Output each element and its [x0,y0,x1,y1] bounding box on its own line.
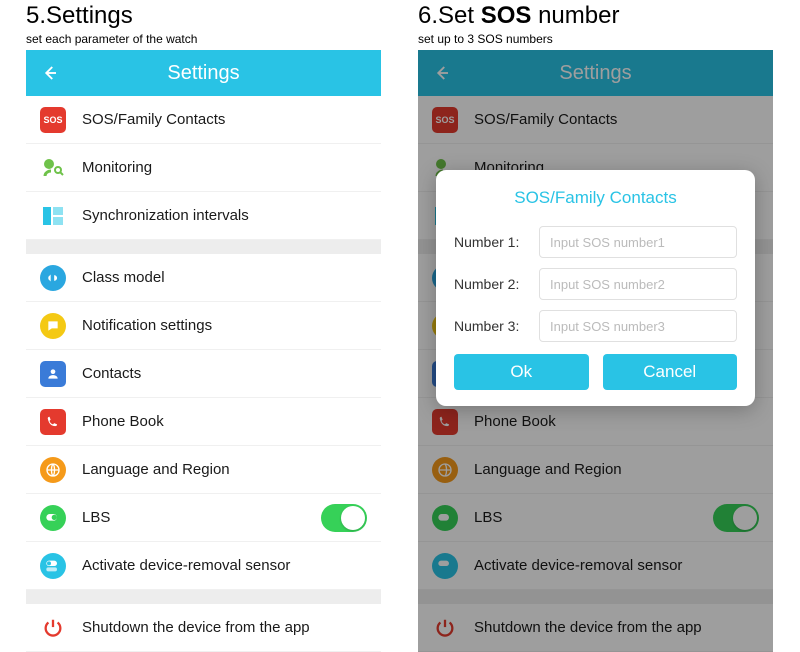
header-title: Settings [167,62,239,85]
row-removal-sensor: Activate device-removal sensor [418,542,773,590]
ok-button[interactable]: Ok [454,354,589,390]
section-divider [418,590,773,604]
row-phone-book[interactable]: Phone Book [26,398,381,446]
field-label: Number 3: [454,318,539,334]
sos-field-2: Number 2: [454,268,737,300]
monitoring-icon [40,155,66,181]
section-divider [26,240,381,254]
lbs-icon [40,505,66,531]
phone-book-icon [40,409,66,435]
row-label: Language and Region [82,461,230,478]
arrow-left-icon [41,64,59,82]
class-model-icon [40,265,66,291]
back-button[interactable] [432,63,452,83]
notification-icon [40,313,66,339]
row-label: Monitoring [82,159,152,176]
panel-subheading-left: set each parameter of the watch [26,32,197,46]
row-label: Class model [82,269,165,286]
field-label: Number 2: [454,276,539,292]
row-lbs[interactable]: LBS [26,494,381,542]
heading-bold: SOS [481,2,532,29]
row-language-region[interactable]: Language and Region [26,446,381,494]
app-header: Settings [418,50,773,96]
sos-icon: SOS [40,107,66,133]
row-label: Language and Region [474,461,622,478]
language-icon [40,457,66,483]
app-header: Settings [26,50,381,96]
sos-input-3[interactable] [539,310,737,342]
sos-input-2[interactable] [539,268,737,300]
removal-sensor-icon [432,553,458,579]
lbs-toggle[interactable] [321,504,367,532]
sos-field-3: Number 3: [454,310,737,342]
row-monitoring[interactable]: Monitoring [26,144,381,192]
row-language-region: Language and Region [418,446,773,494]
shutdown-icon [40,615,66,641]
sos-field-1: Number 1: [454,226,737,258]
lbs-icon [432,505,458,531]
row-sos-family[interactable]: SOS SOS/Family Contacts [26,96,381,144]
panel-subheading-right: set up to 3 SOS numbers [418,32,553,46]
back-button[interactable] [40,63,60,83]
row-label: Activate device-removal sensor [82,557,290,574]
removal-sensor-icon [40,553,66,579]
row-label: LBS [82,509,110,526]
row-sos-family: SOS SOS/Family Contacts [418,96,773,144]
row-label: LBS [474,509,502,526]
row-shutdown: Shutdown the device from the app [418,604,773,652]
row-label: SOS/Family Contacts [474,111,617,128]
row-contacts[interactable]: Contacts [26,350,381,398]
language-icon [432,457,458,483]
row-shutdown[interactable]: Shutdown the device from the app [26,604,381,652]
row-notification-settings[interactable]: Notification settings [26,302,381,350]
field-label: Number 1: [454,234,539,250]
phone-settings-screen: Settings SOS SOS/Family Contacts Monitor… [26,50,381,652]
arrow-left-icon [433,64,451,82]
row-removal-sensor[interactable]: Activate device-removal sensor [26,542,381,590]
row-label: Phone Book [82,413,164,430]
row-class-model[interactable]: Class model [26,254,381,302]
row-label: Synchronization intervals [82,207,249,224]
row-lbs: LBS [418,494,773,542]
phone-book-icon [432,409,458,435]
row-label: SOS/Family Contacts [82,111,225,128]
sos-input-1[interactable] [539,226,737,258]
row-label: Shutdown the device from the app [82,619,310,636]
row-label: Contacts [82,365,141,382]
header-title: Settings [559,62,631,85]
row-label: Notification settings [82,317,212,334]
row-sync-intervals[interactable]: Synchronization intervals [26,192,381,240]
contacts-icon [40,361,66,387]
heading-prefix: 6.Set [418,2,481,29]
lbs-toggle [713,504,759,532]
heading-suffix: number [531,2,619,29]
modal-title: SOS/Family Contacts [454,188,737,208]
row-label: Shutdown the device from the app [474,619,702,636]
shutdown-icon [432,615,458,641]
panel-heading-right: 6.Set SOS number [418,2,619,30]
row-label: Activate device-removal sensor [474,557,682,574]
section-divider [26,590,381,604]
sos-modal: SOS/Family Contacts Number 1: Number 2: … [436,170,755,406]
panel-heading-left: 5.Settings [26,2,133,30]
sync-intervals-icon [40,203,66,229]
row-label: Phone Book [474,413,556,430]
phone-sos-modal-screen: Settings SOS SOS/Family Contacts Monitor… [418,50,773,652]
cancel-button[interactable]: Cancel [603,354,738,390]
sos-icon: SOS [432,107,458,133]
